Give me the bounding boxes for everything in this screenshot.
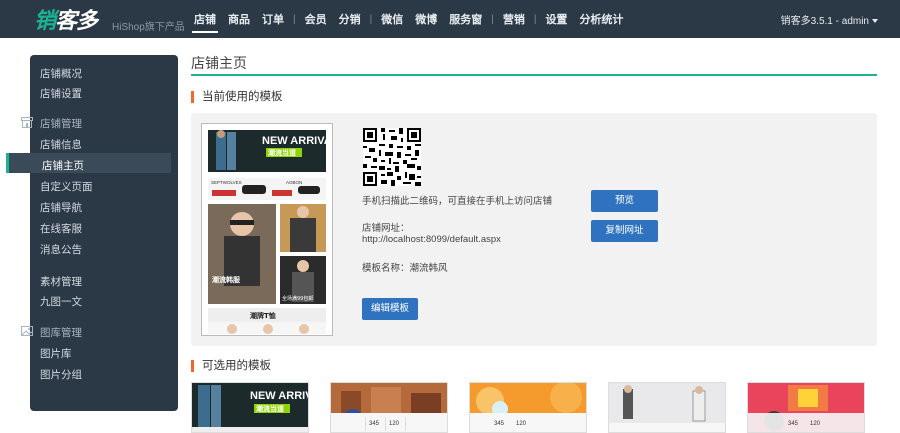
qr-code [363,128,421,186]
sidebar-item[interactable]: 自定义页面 [40,179,93,194]
caret-down-icon [872,19,878,24]
store-url-value[interactable]: http://localhost:8099/default.aspx [362,234,501,245]
user-label: 销客多3.5.1 - admin [780,16,869,27]
user-menu[interactable]: 销客多3.5.1 - admin [781,12,878,27]
template-option-3[interactable]: 345 120 [469,382,587,433]
current-template-heading: 当前使用的模板 [191,91,283,103]
template-option-4[interactable] [608,382,726,433]
template-option-image: 345 120 [331,383,447,432]
sidebar-item[interactable]: 消息公告 [40,242,82,257]
top-navbar: 销客多 HiShop旗下产品 店铺 商品 订单 | 会员 分销 | 微信 微博 服务窗 | 营销 | 设置… [0,0,900,38]
nav-item[interactable]: 设置 [539,0,573,38]
sidebar-item[interactable]: 店铺主页 [42,158,84,173]
svg-text:AOBON: AOBON [286,180,302,185]
svg-text:345: 345 [369,421,380,427]
sidebar-item[interactable]: 店铺设置 [40,86,82,101]
nav-item[interactable]: 微信 [375,0,409,38]
nav-separator: | [533,13,537,25]
copy-url-button[interactable]: 复制网址 [591,220,658,242]
template-option-image: NEW ARRIVAL 潮流当道 [192,383,309,432]
nav-item[interactable]: 店铺 [188,0,222,38]
sidebar-item[interactable]: 九图一文 [40,294,82,309]
nav-item[interactable]: 分析统计 [573,0,629,38]
svg-text:345: 345 [788,421,799,427]
sidebar-item[interactable]: 图片分组 [40,367,82,382]
svg-text:潮牌T恤: 潮牌T恤 [250,311,276,320]
available-templates-heading: 可选用的模板 [191,360,271,372]
sidebar-group-label: 店铺管理 [40,118,82,130]
nav-separator: | [491,13,494,25]
nav-item[interactable]: 商品 [222,0,256,38]
store-url-label: 店铺网址： [362,223,410,234]
sidebar-item[interactable]: 在线客服 [40,221,82,236]
svg-text:NEW ARRIVAL: NEW ARRIVAL [262,135,332,147]
sidebar-item[interactable]: 店铺导航 [40,200,82,215]
template-option-2[interactable]: 345 120 [330,382,448,433]
preview-button[interactable]: 预览 [591,190,658,212]
nav-separator: | [369,13,373,25]
brand-logo[interactable]: 销客多 [34,3,98,35]
nav-separator: | [293,13,296,25]
svg-text:120: 120 [389,421,400,427]
sidebar-active-highlight [6,153,171,173]
template-preview-image: NEW ARRIVAL 潮流当道 SEPTWOLVES AOBON 潮流韩服 全… [202,124,339,335]
qr-hint-text: 手机扫描此二维码，可直接在手机上访问店铺 [362,196,553,207]
nav-item[interactable]: 微博 [409,0,443,38]
svg-text:潮流当道: 潮流当道 [256,404,284,413]
nav-item[interactable]: 服务窗 [443,0,488,38]
page-title: 店铺主页 [191,55,247,71]
title-underline [191,74,877,76]
sidebar-item[interactable]: 店铺概况 [40,66,82,81]
nav-item[interactable]: 营销 [497,0,531,38]
svg-text:345: 345 [494,421,505,427]
template-option-image [609,383,725,432]
edit-template-button[interactable]: 编辑模板 [362,298,418,320]
sidebar-item[interactable]: 素材管理 [40,274,82,289]
template-name: 模板名称：潮流韩风 [362,263,448,274]
image-icon [21,326,33,336]
sidebar-item[interactable]: 图片库 [40,346,72,361]
sidebar-group-label: 图库管理 [40,327,82,339]
template-option-image: 345 120 [470,383,586,432]
nav-item[interactable]: 分销 [333,0,367,38]
brand-tagline: HiShop旗下产品 [112,22,185,33]
svg-text:120: 120 [516,421,527,427]
qr-code-icon [363,128,421,186]
template-option-1[interactable]: NEW ARRIVAL 潮流当道 [191,382,309,433]
nav-item[interactable]: 会员 [299,0,333,38]
svg-text:SEPTWOLVES: SEPTWOLVES [211,180,242,185]
current-template-thumbnail[interactable]: NEW ARRIVAL 潮流当道 SEPTWOLVES AOBON 潮流韩服 全… [201,123,339,336]
sidebar-item[interactable]: 店铺信息 [40,137,82,152]
svg-text:潮流当道: 潮流当道 [268,148,296,157]
svg-text:120: 120 [810,421,821,427]
nav-item[interactable]: 订单 [256,0,290,38]
svg-text:NEW ARRIVAL: NEW ARRIVAL [250,390,309,402]
main-nav: 店铺 商品 订单 | 会员 分销 | 微信 微博 服务窗 | 营销 | 设置 分析统计 [188,0,629,38]
svg-text:全场满99包邮: 全场满99包邮 [282,295,313,302]
template-option-image: 345 120 [748,383,864,432]
store-icon [21,117,33,128]
svg-text:潮流韩服: 潮流韩服 [212,275,241,284]
template-option-5[interactable]: 345 120 [747,382,865,433]
